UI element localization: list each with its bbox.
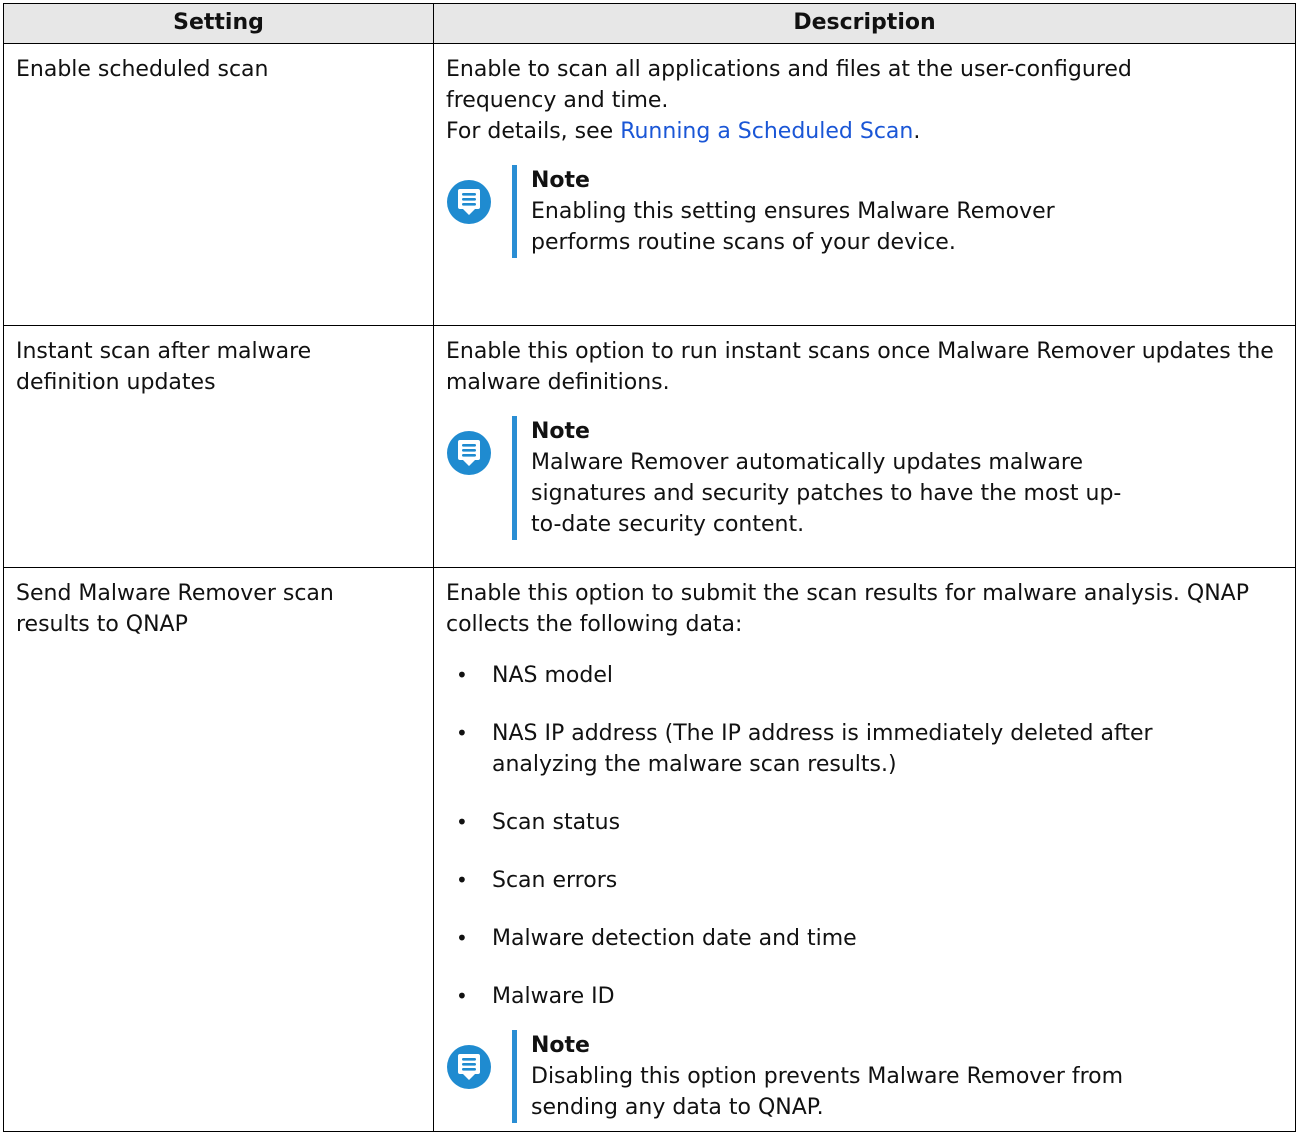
table-row: Instant scan after malware definition up… [3, 325, 1296, 568]
column-header-setting: Setting [3, 3, 434, 44]
settings-document: Setting Description Enable scheduled sca… [3, 3, 1296, 1132]
setting-name-text: Send Malware Remover scan results to QNA… [16, 581, 334, 637]
list-item: Scan status [446, 807, 1255, 838]
setting-description: Enable to scan all applications and file… [433, 43, 1296, 326]
setting-name: Enable scheduled scan [3, 43, 434, 326]
settings-table: Setting Description Enable scheduled sca… [3, 3, 1296, 1132]
note-text: Enabling this setting ensures Malware Re… [531, 199, 1055, 255]
list-item: Malware detection date and time [446, 923, 1255, 954]
note-text: Malware Remover automatically updates ma… [531, 450, 1122, 537]
list-item: NAS model [446, 660, 1255, 691]
details-suffix: . [913, 119, 921, 144]
details-prefix: For details, see [446, 119, 621, 144]
note-text: Disabling this option prevents Malware R… [531, 1064, 1124, 1120]
setting-name: Send Malware Remover scan results to QNA… [3, 567, 434, 1132]
description-text: Enable this option to submit the scan re… [446, 581, 1249, 637]
note-callout: Note Disabling this option prevents Malw… [446, 1030, 1255, 1123]
running-scheduled-scan-link[interactable]: Running a Scheduled Scan [620, 119, 913, 144]
setting-name: Instant scan after malware definition up… [3, 325, 434, 568]
note-title: Note [531, 419, 590, 444]
setting-name-text: Instant scan after malware definition up… [16, 339, 312, 395]
list-item: Scan errors [446, 865, 1255, 896]
description-details: For details, see Running a Scheduled Sca… [446, 116, 1175, 147]
note-callout: Note Enabling this setting ensures Malwa… [446, 165, 1175, 258]
table-row: Send Malware Remover scan results to QNA… [3, 567, 1296, 1132]
note-title: Note [531, 168, 590, 193]
setting-description: Enable this option to run instant scans … [433, 325, 1296, 568]
table-row: Enable scheduled scan Enable to scan all… [3, 43, 1296, 326]
note-body: Note Enabling this setting ensures Malwa… [512, 165, 1091, 258]
note-icon [447, 180, 491, 224]
list-item: Malware ID [446, 981, 1255, 1012]
description-text: Enable to scan all applications and file… [446, 57, 1132, 113]
column-header-description: Description [433, 3, 1296, 44]
setting-description: Enable this option to submit the scan re… [433, 567, 1296, 1132]
note-body: Note Malware Remover automatically updat… [512, 416, 1151, 540]
note-icon [447, 1045, 491, 1089]
description-text: Enable this option to run instant scans … [446, 339, 1274, 395]
list-item: NAS IP address (The IP address is immedi… [446, 718, 1255, 780]
table-header-row: Setting Description [3, 3, 1296, 44]
note-icon [447, 431, 491, 475]
note-title: Note [531, 1033, 590, 1058]
collected-data-list: NAS model NAS IP address (The IP address… [446, 660, 1255, 1012]
note-callout: Note Malware Remover automatically updat… [446, 416, 1289, 540]
note-body: Note Disabling this option prevents Malw… [512, 1030, 1171, 1123]
